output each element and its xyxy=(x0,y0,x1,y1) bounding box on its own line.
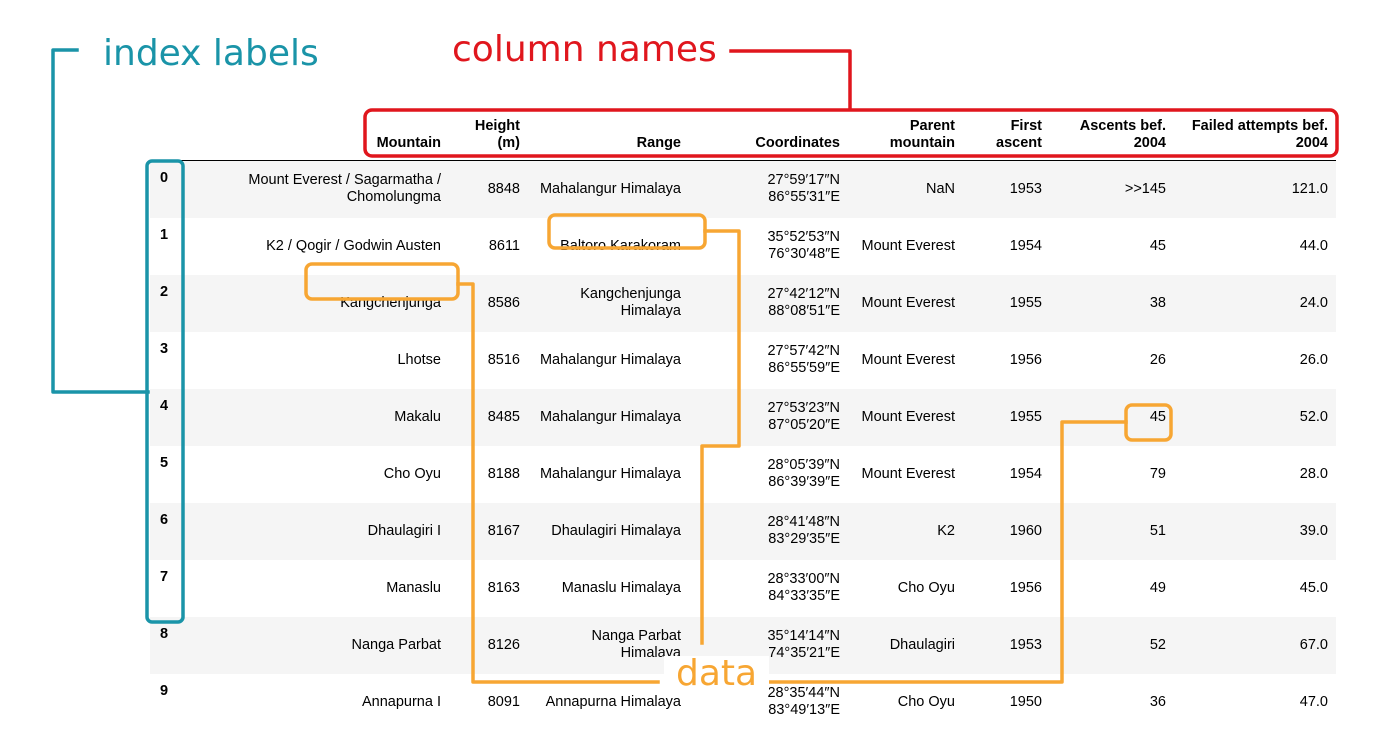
data-connector-ascents xyxy=(750,420,1128,684)
index-labels-box xyxy=(145,159,185,624)
data-box-range xyxy=(547,213,707,250)
column-names-box xyxy=(363,108,1339,158)
column-names-connector xyxy=(729,49,852,110)
data-annotation: data xyxy=(664,656,770,692)
column-names-annotation: column names xyxy=(452,29,717,70)
data-box-mountain xyxy=(304,262,460,301)
index-bracket xyxy=(51,48,150,394)
annotation-overlay xyxy=(51,48,1339,684)
data-connector-range xyxy=(700,229,741,645)
data-connector-mountain xyxy=(456,282,660,684)
data-box-ascents xyxy=(1124,403,1173,442)
index-labels-annotation: index labels xyxy=(103,33,319,74)
